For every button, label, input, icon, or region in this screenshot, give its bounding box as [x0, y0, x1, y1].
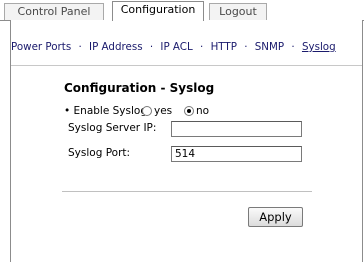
config-subnav: Power Ports · IP Address · IP ACL · HTTP… [11, 41, 364, 53]
page-title: Configuration - Syslog [64, 81, 215, 95]
subnav-separator: · [78, 41, 82, 53]
subnav-separator: · [200, 41, 204, 53]
configuration-panel: Power Ports · IP Address · IP ACL · HTTP… [10, 20, 363, 262]
enable-syslog-label: • Enable Syslog [64, 105, 147, 117]
server-ip-input[interactable] [171, 121, 302, 137]
apply-button[interactable]: Apply [248, 207, 303, 227]
tab-control-panel[interactable]: Control Panel [4, 3, 104, 20]
form-divider [62, 191, 312, 192]
subnav-ip-acl[interactable]: IP ACL [160, 41, 192, 53]
tab-configuration[interactable]: Configuration [112, 1, 204, 21]
subnav-separator: · [244, 41, 248, 53]
subnav-separator: · [291, 41, 295, 53]
subnav-syslog[interactable]: Syslog [302, 41, 336, 53]
enable-yes-label: yes [154, 105, 173, 117]
server-ip-label: Syslog Server IP: [68, 122, 157, 134]
subnav-http[interactable]: HTTP [211, 41, 237, 53]
tab-logout[interactable]: Logout [209, 3, 267, 20]
subnav-ip-address[interactable]: IP Address [89, 41, 143, 53]
syslog-port-label: Syslog Port: [68, 147, 131, 159]
enable-yes-radio[interactable] [142, 106, 152, 116]
enable-no-label: no [196, 105, 210, 117]
enable-no-radio[interactable] [184, 106, 194, 116]
subnav-snmp[interactable]: SNMP [255, 41, 284, 53]
subnav-divider [11, 65, 362, 66]
tab-bar: Control Panel Configuration Logout [0, 0, 364, 21]
subnav-power-ports[interactable]: Power Ports [11, 41, 71, 53]
subnav-separator: · [149, 41, 154, 53]
syslog-port-input[interactable]: 514 [171, 146, 302, 162]
